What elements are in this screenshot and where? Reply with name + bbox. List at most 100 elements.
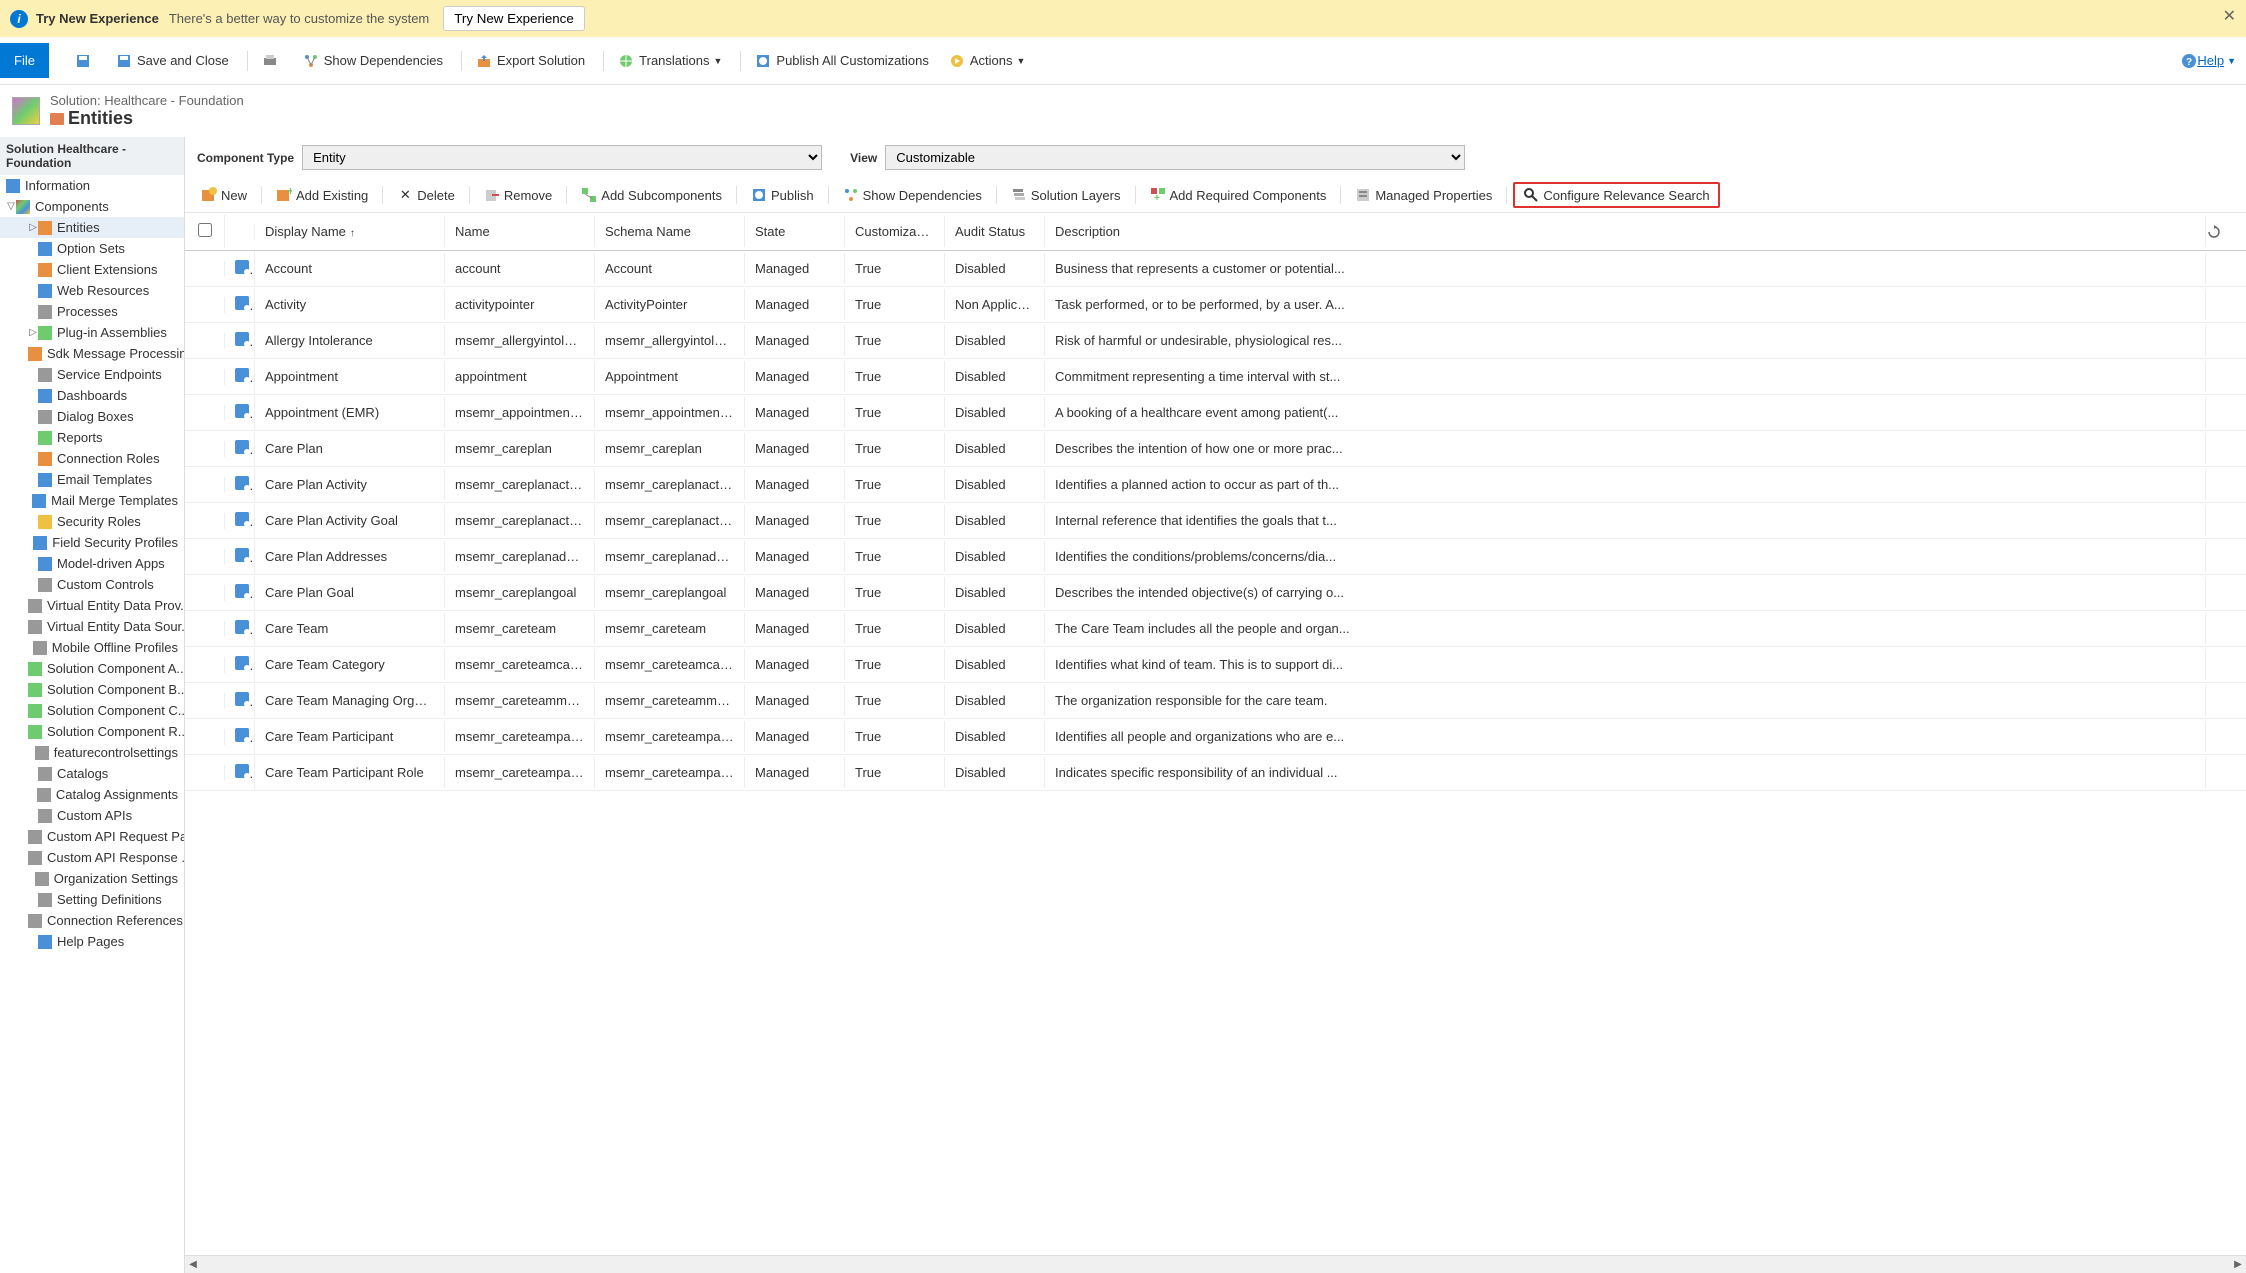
remove-button[interactable]: Remove: [476, 184, 560, 206]
table-row[interactable]: Care Planmsemr_careplanmsemr_careplanMan…: [185, 431, 2246, 467]
sidebar-item-organization-settings[interactable]: Organization Settings: [0, 868, 184, 889]
add-existing-button[interactable]: +Add Existing: [268, 184, 376, 206]
new-button[interactable]: New: [193, 184, 255, 206]
translations-button[interactable]: Translations▼: [610, 49, 730, 73]
table-row[interactable]: Allergy Intolerancemsemr_allergyintolera…: [185, 323, 2246, 359]
table-row[interactable]: Care Team Participantmsemr_careteamparti…: [185, 719, 2246, 755]
sidebar-item-help-pages[interactable]: Help Pages: [0, 931, 184, 952]
col-header-audit[interactable]: Audit Status: [945, 216, 1045, 247]
sidebar-item-mobile-offline-profiles[interactable]: Mobile Offline Profiles: [0, 637, 184, 658]
sidebar-item-sdk-message-processin-[interactable]: Sdk Message Processin...: [0, 343, 184, 364]
sidebar-item-plug-in-assemblies[interactable]: ▷Plug-in Assemblies: [0, 322, 184, 343]
save-close-icon: [116, 53, 132, 69]
sidebar-item-featurecontrolsettings[interactable]: featurecontrolsettings: [0, 742, 184, 763]
sidebar-item-setting-definitions[interactable]: Setting Definitions: [0, 889, 184, 910]
actions-button[interactable]: Actions▼: [941, 49, 1034, 73]
solution-layers-button[interactable]: Solution Layers: [1003, 184, 1129, 206]
scroll-right-icon[interactable]: ▶: [2230, 1259, 2246, 1270]
sidebar-item-option-sets[interactable]: Option Sets: [0, 238, 184, 259]
table-row[interactable]: Care Team Categorymsemr_careteamcateg...…: [185, 647, 2246, 683]
col-header-state[interactable]: State: [745, 216, 845, 247]
expand-icon[interactable]: ▷: [28, 222, 38, 233]
table-row[interactable]: Care Teammsemr_careteammsemr_careteamMan…: [185, 611, 2246, 647]
sidebar-item-solution-component-a-[interactable]: Solution Component A...: [0, 658, 184, 679]
configure-relevance-search-button[interactable]: Configure Relevance Search: [1513, 182, 1719, 208]
sidebar-item-field-security-profiles[interactable]: Field Security Profiles: [0, 532, 184, 553]
publish-all-button[interactable]: Publish All Customizations: [747, 49, 936, 73]
export-solution-button[interactable]: Export Solution: [468, 49, 593, 73]
nav-icon: [38, 284, 52, 298]
sidebar-item-connection-references[interactable]: Connection References: [0, 910, 184, 931]
table-row[interactable]: Care Plan Addressesmsemr_careplanaddre..…: [185, 539, 2246, 575]
sidebar-item-service-endpoints[interactable]: Service Endpoints: [0, 364, 184, 385]
col-header-schema[interactable]: Schema Name: [595, 216, 745, 247]
sidebar-item-processes[interactable]: Processes: [0, 301, 184, 322]
save-and-close-button[interactable]: Save and Close: [108, 49, 237, 73]
help-button[interactable]: ?Help▼: [2181, 53, 2236, 69]
close-banner-icon[interactable]: ✕: [2223, 6, 2236, 26]
table-row[interactable]: Care Plan Goalmsemr_careplangoalmsemr_ca…: [185, 575, 2246, 611]
sidebar-item-virtual-entity-data-prov-[interactable]: Virtual Entity Data Prov...: [0, 595, 184, 616]
sidebar-item-information[interactable]: Information: [0, 175, 184, 196]
component-type-select[interactable]: Entity: [302, 145, 822, 170]
sidebar-item-security-roles[interactable]: Security Roles: [0, 511, 184, 532]
sidebar-item-connection-roles[interactable]: Connection Roles: [0, 448, 184, 469]
sidebar-item-web-resources[interactable]: Web Resources: [0, 280, 184, 301]
cell-customizable: True: [845, 757, 945, 788]
expand-icon[interactable]: ▽: [6, 201, 16, 212]
sidebar-item-mail-merge-templates[interactable]: Mail Merge Templates: [0, 490, 184, 511]
table-row[interactable]: ActivityactivitypointerActivityPointerMa…: [185, 287, 2246, 323]
cell-description: Describes the intended objective(s) of c…: [1045, 577, 2206, 608]
sidebar-item-email-templates[interactable]: Email Templates: [0, 469, 184, 490]
sidebar-item-dialog-boxes[interactable]: Dialog Boxes: [0, 406, 184, 427]
show-dependencies-button[interactable]: Show Dependencies: [295, 49, 451, 73]
table-row[interactable]: AccountaccountAccountManagedTrueDisabled…: [185, 251, 2246, 287]
file-menu-button[interactable]: File: [0, 43, 49, 78]
add-subcomponents-button[interactable]: Add Subcomponents: [573, 184, 730, 206]
sidebar-item-label: Reports: [57, 430, 103, 445]
table-row[interactable]: Care Plan Activity Goalmsemr_careplanact…: [185, 503, 2246, 539]
publish-button[interactable]: Publish: [743, 184, 822, 206]
table-row[interactable]: Appointment (EMR)msemr_appointmente...ms…: [185, 395, 2246, 431]
refresh-button[interactable]: [2206, 224, 2246, 240]
sidebar-item-custom-apis[interactable]: Custom APIs: [0, 805, 184, 826]
sidebar-item-components[interactable]: ▽Components: [0, 196, 184, 217]
expand-icon[interactable]: ▷: [28, 327, 38, 338]
show-dependencies-grid-button[interactable]: Show Dependencies: [835, 184, 990, 206]
table-row[interactable]: Care Team Managing Organiza...msemr_care…: [185, 683, 2246, 719]
horizontal-scrollbar[interactable]: ◀ ▶: [185, 1255, 2246, 1273]
col-header-customizable[interactable]: Customizable...: [845, 216, 945, 247]
sidebar-item-custom-api-response-[interactable]: Custom API Response ...: [0, 847, 184, 868]
sidebar-item-virtual-entity-data-sour-[interactable]: Virtual Entity Data Sour...: [0, 616, 184, 637]
table-row[interactable]: AppointmentappointmentAppointmentManaged…: [185, 359, 2246, 395]
managed-properties-button[interactable]: Managed Properties: [1347, 184, 1500, 206]
col-header-display-name[interactable]: Display Name↑: [255, 216, 445, 247]
cell-customizable: True: [845, 613, 945, 644]
col-header-description[interactable]: Description: [1045, 216, 2206, 247]
sidebar-item-client-extensions[interactable]: Client Extensions: [0, 259, 184, 280]
add-required-components-button[interactable]: +Add Required Components: [1142, 184, 1335, 206]
sidebar-item-solution-component-r-[interactable]: Solution Component R...: [0, 721, 184, 742]
sidebar-item-custom-controls[interactable]: Custom Controls: [0, 574, 184, 595]
sidebar-item-model-driven-apps[interactable]: Model-driven Apps: [0, 553, 184, 574]
sidebar-item-solution-component-c-[interactable]: Solution Component C...: [0, 700, 184, 721]
try-new-experience-button[interactable]: Try New Experience: [443, 6, 585, 31]
sidebar-item-reports[interactable]: Reports: [0, 427, 184, 448]
scroll-left-icon[interactable]: ◀: [185, 1259, 201, 1270]
sidebar-item-solution-component-b-[interactable]: Solution Component B...: [0, 679, 184, 700]
table-row[interactable]: Care Team Participant Rolemsemr_careteam…: [185, 755, 2246, 791]
actions-icon: [949, 53, 965, 69]
cell-display-name: Account: [255, 253, 445, 284]
sidebar-item-dashboards[interactable]: Dashboards: [0, 385, 184, 406]
select-all-checkbox[interactable]: [185, 215, 225, 248]
table-row[interactable]: Care Plan Activitymsemr_careplanactivity…: [185, 467, 2246, 503]
sidebar-item-catalogs[interactable]: Catalogs: [0, 763, 184, 784]
sidebar-item-catalog-assignments[interactable]: Catalog Assignments: [0, 784, 184, 805]
print-button[interactable]: [254, 49, 291, 73]
delete-button[interactable]: ✕Delete: [389, 184, 463, 206]
col-header-name[interactable]: Name: [445, 216, 595, 247]
save-button[interactable]: [67, 49, 104, 73]
sidebar-item-entities[interactable]: ▷Entities: [0, 217, 184, 238]
sidebar-item-custom-api-request-pa-[interactable]: Custom API Request Pa...: [0, 826, 184, 847]
view-select[interactable]: Customizable: [885, 145, 1465, 170]
